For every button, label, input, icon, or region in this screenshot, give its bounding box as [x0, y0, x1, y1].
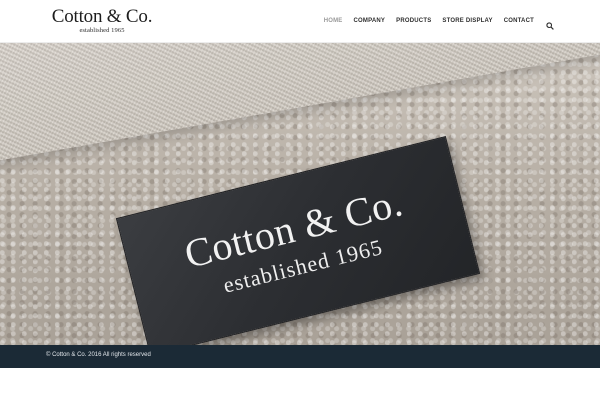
- hero-image: Cotton & Co. established 1965: [0, 43, 600, 345]
- nav-home[interactable]: HOME: [324, 18, 343, 24]
- logo[interactable]: Cotton & Co. established 1965: [46, 7, 158, 35]
- towel-band: [0, 43, 600, 163]
- main-nav: HOME COMPANY PRODUCTS STORE DISPLAY CONT…: [313, 17, 554, 30]
- nav-company[interactable]: COMPANY: [354, 18, 386, 24]
- site-footer: © Cotton & Co. 2016 All rights reserved: [0, 345, 600, 368]
- logo-title: Cotton & Co.: [51, 6, 153, 27]
- search-icon[interactable]: [546, 17, 554, 30]
- site-header: Cotton & Co. established 1965 HOME COMPA…: [0, 0, 600, 43]
- fabric-label: Cotton & Co. established 1965: [115, 135, 481, 345]
- nav-store-display[interactable]: STORE DISPLAY: [442, 18, 492, 24]
- footer-copyright: © Cotton & Co. 2016 All rights reserved: [46, 352, 151, 358]
- logo-subtitle: established 1965: [79, 27, 125, 34]
- nav-products[interactable]: PRODUCTS: [396, 18, 431, 24]
- page-bottom: [0, 368, 600, 400]
- label-text: Cotton & Co. established 1965: [117, 137, 479, 345]
- nav-contact[interactable]: CONTACT: [504, 18, 534, 24]
